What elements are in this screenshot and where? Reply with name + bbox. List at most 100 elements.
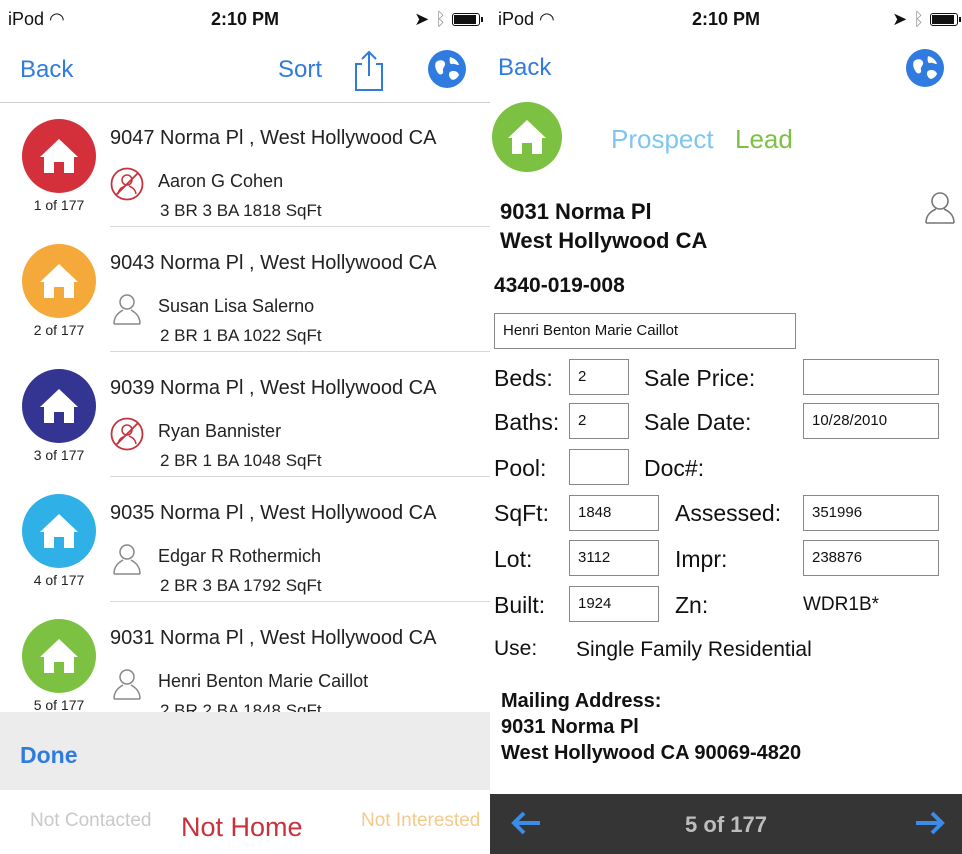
- pool-label: Pool:: [494, 455, 547, 481]
- pool-field[interactable]: [569, 449, 629, 485]
- owner-name-field[interactable]: Henri Benton Marie Caillot: [494, 313, 796, 349]
- status-option-not-contacted[interactable]: Not Contacted: [30, 810, 151, 832]
- status-bar: iPod ◠ 2:10 PM ➤ ᛒ: [490, 0, 962, 40]
- address-line-1: 9031 Norma Pl: [500, 199, 652, 224]
- mailing-address-heading: Mailing Address:: [501, 690, 662, 712]
- tag-prospect[interactable]: Prospect: [611, 124, 714, 155]
- bluetooth-icon: ᛒ: [435, 9, 446, 29]
- address-line-2: West Hollywood CA: [500, 228, 708, 253]
- built-field[interactable]: 1924: [569, 586, 659, 622]
- owner-name: Susan Lisa Salerno: [158, 296, 315, 316]
- property-details: 3 BR 3 BA 1818 SqFt: [160, 201, 322, 220]
- property-list-item[interactable]: 1 of 177 9047 Norma Pl , West Hollywood C…: [0, 103, 490, 227]
- record-index: 4 of 177: [33, 572, 85, 588]
- pager-bar: 5 of 177: [490, 794, 962, 854]
- beds-label: Beds:: [494, 365, 553, 391]
- nav-bar: Back: [490, 40, 962, 102]
- record-index: 1 of 177: [33, 197, 85, 213]
- contact-status-picker: Not Contacted Not Home Not Interested: [0, 790, 490, 854]
- property-list-item[interactable]: 2 of 177 9043 Norma Pl , West Hollywood C…: [0, 228, 490, 352]
- lot-field[interactable]: 3112: [569, 540, 659, 576]
- record-index: 3 of 177: [33, 447, 85, 463]
- property-address: 9047 Norma Pl , West Hollywood CA: [110, 127, 437, 149]
- baths-field[interactable]: 2: [569, 403, 629, 439]
- baths-label: Baths:: [494, 409, 560, 435]
- lot-label: Lot:: [494, 546, 533, 572]
- person-icon: [110, 542, 144, 576]
- use-value: Single Family Residential: [576, 638, 812, 661]
- person-icon: [110, 667, 144, 701]
- zoning-value: WDR1B*: [803, 594, 880, 615]
- next-arrow-icon[interactable]: [914, 810, 946, 836]
- beds-field[interactable]: 2: [569, 359, 629, 395]
- property-details: 2 BR 1 BA 1022 SqFt: [160, 326, 322, 345]
- battery-icon: [452, 13, 483, 26]
- property-list-item[interactable]: 4 of 177 9035 Norma Pl , West Hollywood C…: [0, 478, 490, 602]
- battery-icon: [930, 13, 961, 26]
- nav-bar: Back Sort: [0, 40, 490, 102]
- property-detail-screen: iPod ◠ 2:10 PM ➤ ᛒ Back Prospect Lead 90…: [490, 0, 962, 854]
- sqft-label: SqFt:: [494, 500, 549, 526]
- property-list-screen: iPod ◠ 2:10 PM ➤ ᛒ Back Sort 1 of 177 904…: [0, 0, 490, 854]
- status-bar: iPod ◠ 2:10 PM ➤ ᛒ: [0, 0, 490, 40]
- owner-name: Henri Benton Marie Caillot: [158, 671, 369, 691]
- back-button[interactable]: Back: [498, 54, 551, 82]
- sort-button[interactable]: Sort: [278, 56, 322, 84]
- property-address: 9035 Norma Pl , West Hollywood CA: [110, 502, 437, 524]
- house-icon: [22, 619, 96, 693]
- sale-price-label: Sale Price:: [644, 365, 756, 391]
- house-icon: [22, 119, 96, 193]
- record-index: 5 of 177: [33, 697, 85, 713]
- row-divider: [110, 351, 490, 352]
- location-arrow-icon: ➤: [414, 9, 430, 29]
- person-icon[interactable]: [922, 190, 958, 224]
- mailing-address-line-2: West Hollywood CA 90069-4820: [501, 742, 802, 764]
- pager-position: 5 of 177: [685, 812, 767, 837]
- globe-icon[interactable]: [428, 50, 466, 88]
- tag-lead[interactable]: Lead: [735, 124, 793, 155]
- row-divider: [110, 601, 490, 602]
- row-divider: [110, 226, 490, 227]
- property-address: 9031 Norma Pl , West Hollywood CA: [110, 627, 437, 649]
- apn-number: 4340-019-008: [494, 274, 625, 297]
- sale-date-label: Sale Date:: [644, 409, 752, 435]
- bluetooth-icon: ᛒ: [913, 9, 924, 29]
- zoning-label: Zn:: [675, 592, 709, 618]
- sqft-field[interactable]: 1848: [569, 495, 659, 531]
- property-address: 9043 Norma Pl , West Hollywood CA: [110, 252, 437, 274]
- property-list-item[interactable]: 3 of 177 9039 Norma Pl , West Hollywood C…: [0, 353, 490, 477]
- status-option-not-home[interactable]: Not Home: [181, 812, 303, 843]
- property-address: 9039 Norma Pl , West Hollywood CA: [110, 377, 437, 399]
- sale-price-field[interactable]: [803, 359, 939, 395]
- done-button[interactable]: Done: [20, 742, 78, 769]
- globe-icon[interactable]: [906, 49, 944, 87]
- house-icon: [22, 494, 96, 568]
- person-icon: [110, 292, 144, 326]
- status-option-not-interested[interactable]: Not Interested: [361, 810, 480, 832]
- owner-name: Aaron G Cohen: [158, 171, 284, 191]
- assessed-field[interactable]: 351996: [803, 495, 939, 531]
- built-label: Built:: [494, 592, 546, 618]
- use-label: Use:: [494, 637, 538, 660]
- share-icon[interactable]: [352, 50, 386, 92]
- property-details: 2 BR 1 BA 1048 SqFt: [160, 451, 322, 470]
- assessed-label: Assessed:: [675, 500, 782, 526]
- improvement-field[interactable]: 238876: [803, 540, 939, 576]
- house-icon: [22, 369, 96, 443]
- row-divider: [110, 476, 490, 477]
- property-list-item[interactable]: 5 of 177 9031 Norma Pl , West Hollywood C…: [0, 603, 490, 727]
- house-icon: [22, 244, 96, 318]
- record-index: 2 of 177: [33, 322, 85, 338]
- improvement-label: Impr:: [675, 546, 728, 572]
- location-arrow-icon: ➤: [892, 9, 908, 29]
- owner-name: Ryan Bannister: [158, 421, 282, 441]
- back-button[interactable]: Back: [20, 56, 73, 84]
- owner-name: Edgar R Rothermich: [158, 546, 322, 566]
- mailing-address-line-1: 9031 Norma Pl: [501, 716, 639, 738]
- no-contact-icon: [110, 167, 144, 201]
- doc-number-label: Doc#:: [644, 455, 705, 481]
- sale-date-field[interactable]: 10/28/2010: [803, 403, 939, 439]
- house-icon: [492, 102, 562, 172]
- status-picker-toolbar: Done: [0, 712, 490, 790]
- property-details: 2 BR 3 BA 1792 SqFt: [160, 576, 322, 595]
